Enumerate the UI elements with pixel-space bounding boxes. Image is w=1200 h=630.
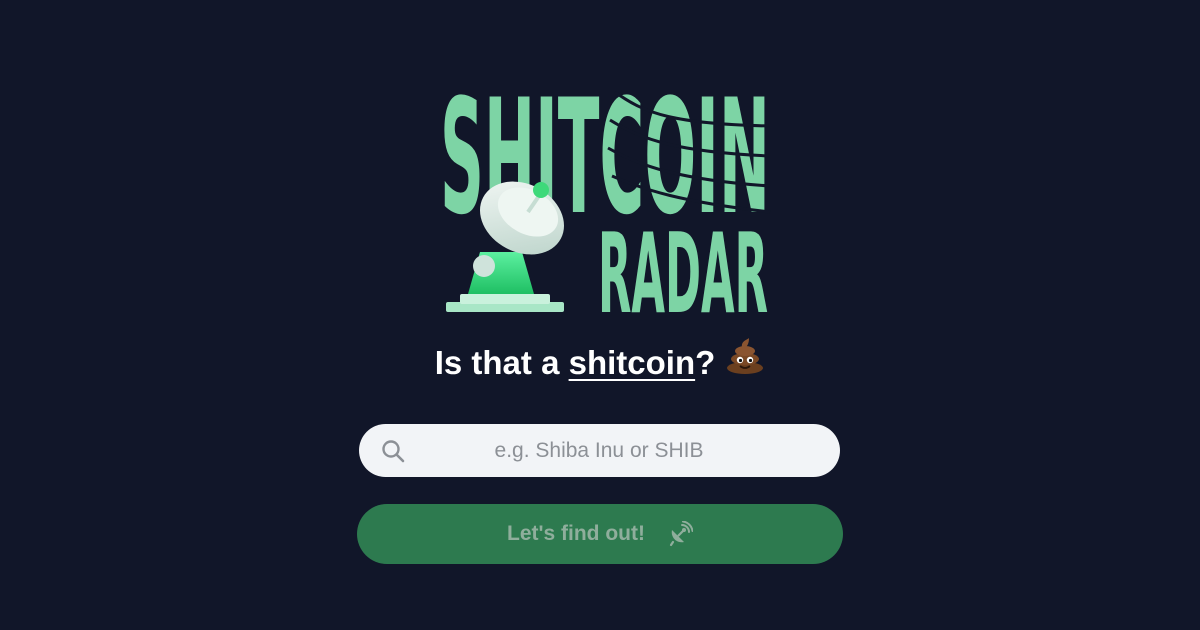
logo: SHITCOIN RADAR bbox=[430, 62, 780, 320]
find-out-label: Let's find out! bbox=[507, 522, 645, 545]
search-icon bbox=[380, 438, 406, 464]
logo-title-line2: RADAR bbox=[598, 211, 768, 320]
tagline-prefix: Is that a bbox=[434, 344, 569, 381]
search-input[interactable] bbox=[419, 424, 779, 477]
shitcoin-link[interactable]: shitcoin bbox=[569, 344, 696, 381]
logo-graphic: SHITCOIN RADAR bbox=[440, 64, 771, 320]
tagline-suffix: ? bbox=[695, 344, 716, 381]
poop-emoji-icon bbox=[725, 337, 765, 387]
find-out-button[interactable]: Let's find out! bbox=[357, 504, 843, 564]
tagline: Is that a shitcoin? bbox=[0, 337, 1200, 387]
satellite-icon bbox=[669, 521, 693, 547]
search-box[interactable] bbox=[359, 424, 840, 477]
